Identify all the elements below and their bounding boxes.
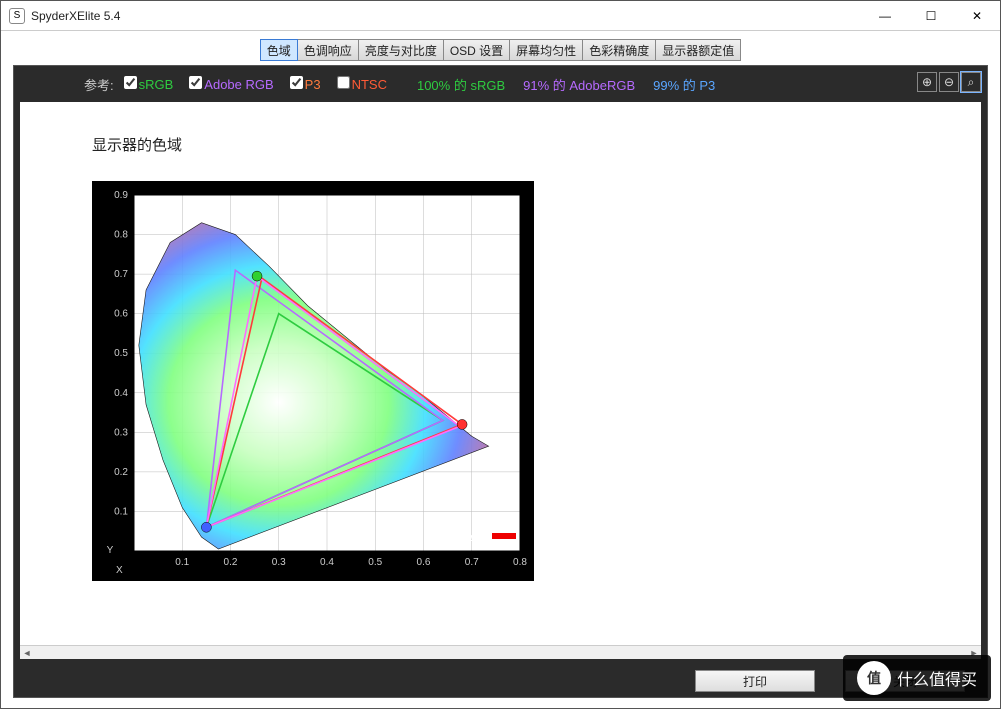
- reference-label: 参考:: [84, 75, 114, 94]
- titlebar: S SpyderXElite 5.4 — ☐ ✕: [1, 1, 1000, 31]
- svg-text:0.2: 0.2: [224, 557, 238, 568]
- svg-text:0.1: 0.1: [114, 506, 128, 517]
- tab-0[interactable]: 色域: [260, 39, 298, 61]
- svg-text:0.4: 0.4: [320, 557, 334, 568]
- maximize-button[interactable]: ☐: [908, 1, 954, 30]
- close-window-button[interactable]: ✕: [954, 1, 1000, 30]
- coverage-1: 91% 的 AdobeRGB: [523, 75, 635, 94]
- content-title: 显示器的色域: [92, 134, 973, 155]
- ref-label-p3: P3: [305, 77, 321, 92]
- minimize-button[interactable]: —: [862, 1, 908, 30]
- svg-text:0.2: 0.2: [114, 467, 128, 478]
- zoom-controls: ⊕ ⊖ ⌕: [917, 72, 981, 92]
- svg-text:0.9: 0.9: [114, 190, 128, 201]
- svg-text:0.6: 0.6: [114, 309, 128, 320]
- content-area: 显示器的色域 0.1 0.2 0.3 0.4 0.5 0.6 0.7 0.8 0.1 0.2 0.3…: [20, 102, 981, 659]
- svg-text:0.5: 0.5: [368, 557, 382, 568]
- coverage-2: 99% 的 P3: [653, 75, 715, 94]
- ref-label-srgb: sRGB: [139, 77, 174, 92]
- ref-checkbox-srgb[interactable]: [124, 77, 137, 92]
- svg-text:0.5: 0.5: [114, 348, 128, 359]
- footer-bar: 打印 关闭: [14, 665, 987, 697]
- watermark-icon: 值: [857, 661, 891, 695]
- options-row: 参考: sRGB Adobe RGB P3 NTSC 100% 的 sRGB 91% 的…: [14, 66, 987, 102]
- zoom-fit-button[interactable]: ⌕: [961, 72, 981, 92]
- svg-text:Y: Y: [107, 545, 114, 556]
- window-controls: — ☐ ✕: [862, 1, 1000, 30]
- scroll-left-icon[interactable]: ◄: [20, 646, 34, 659]
- zoom-in-button[interactable]: ⊕: [917, 72, 937, 92]
- zoom-out-button[interactable]: ⊖: [939, 72, 959, 92]
- print-button[interactable]: 打印: [695, 670, 815, 692]
- coverage-0: 100% 的 sRGB: [417, 75, 505, 94]
- tab-1[interactable]: 色调响应: [298, 40, 359, 60]
- svg-text:0.7: 0.7: [114, 269, 128, 280]
- tab-2[interactable]: 亮度与对比度: [359, 40, 444, 60]
- tab-bar: 色域色调响应亮度与对比度OSD 设置屏幕均匀性色彩精确度显示器额定值: [13, 39, 988, 61]
- ref-checkbox-p3[interactable]: [290, 77, 303, 92]
- watermark-text: 什么值得买: [897, 666, 977, 690]
- ref-label-adobergb: Adobe RGB: [204, 77, 273, 92]
- tab-4[interactable]: 屏幕均匀性: [510, 40, 583, 60]
- tab-6[interactable]: 显示器额定值: [656, 40, 740, 60]
- svg-text:0.6: 0.6: [417, 557, 431, 568]
- svg-text:0.3: 0.3: [272, 557, 286, 568]
- window-title: SpyderXElite 5.4: [31, 9, 862, 23]
- horizontal-scrollbar[interactable]: ◄ ►: [20, 645, 981, 659]
- svg-text:X: X: [116, 565, 123, 576]
- cie-chart: 0.1 0.2 0.3 0.4 0.5 0.6 0.7 0.8 0.1 0.2 0.3 0.4 0.5 0…: [92, 181, 534, 581]
- svg-text:0.1: 0.1: [175, 557, 189, 568]
- svg-text:0.8: 0.8: [114, 230, 128, 241]
- ref-checkbox-adobergb[interactable]: [189, 77, 202, 92]
- svg-text:0.7: 0.7: [465, 557, 479, 568]
- ref-checkbox-ntsc[interactable]: [337, 77, 350, 92]
- svg-text:0.4: 0.4: [114, 388, 128, 399]
- svg-text:0.8: 0.8: [513, 557, 527, 568]
- tab-3[interactable]: OSD 设置: [444, 40, 510, 60]
- svg-text:0.3: 0.3: [114, 427, 128, 438]
- watermark-badge: 值 什么值得买: [843, 655, 991, 701]
- tab-5[interactable]: 色彩精确度: [583, 40, 656, 60]
- app-window: S SpyderXElite 5.4 — ☐ ✕ 色域色调响应亮度与对比度OSD…: [0, 0, 1001, 709]
- client-area: 色域色调响应亮度与对比度OSD 设置屏幕均匀性色彩精确度显示器额定值 参考: s…: [1, 31, 1000, 708]
- ref-label-ntsc: NTSC: [352, 77, 387, 92]
- app-icon: S: [9, 8, 25, 24]
- dark-panel: 参考: sRGB Adobe RGB P3 NTSC 100% 的 sRGB 91% 的…: [13, 65, 988, 698]
